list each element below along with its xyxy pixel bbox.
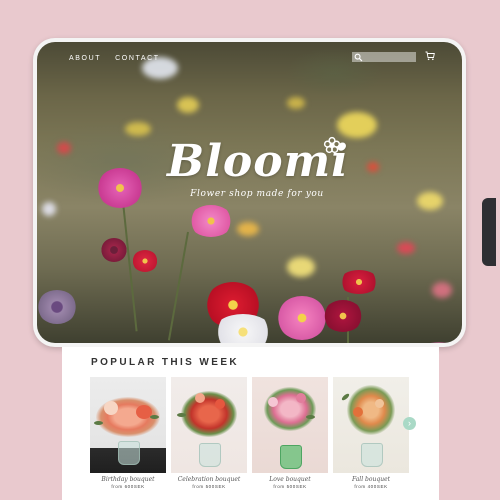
background-bokeh — [417, 192, 443, 210]
vase — [361, 443, 383, 467]
product-image[interactable] — [252, 377, 328, 473]
background-bokeh — [337, 112, 377, 138]
product-image[interactable] — [171, 377, 247, 473]
bouquet-flowers — [181, 391, 237, 437]
product-image[interactable] — [333, 377, 409, 473]
popular-section: POPULAR THIS WEEK Birthday bouquet from … — [62, 347, 439, 500]
bouquet-flowers — [104, 401, 118, 415]
section-title: POPULAR THIS WEEK — [91, 357, 240, 368]
cosmos-flower — [277, 296, 327, 340]
cart-icon[interactable] — [425, 51, 435, 61]
nav-about[interactable]: ABOUT — [69, 55, 101, 62]
flower-icon — [323, 136, 341, 154]
product-image[interactable] — [90, 377, 166, 473]
bouquet-flowers — [353, 407, 363, 417]
background-bokeh — [367, 162, 379, 172]
background-bokeh — [57, 142, 71, 154]
cosmos-flower — [419, 342, 459, 343]
cosmos-flower — [339, 270, 379, 294]
bouquet-flowers — [296, 393, 306, 403]
vase — [280, 445, 302, 469]
background-bokeh — [397, 242, 415, 254]
background-bokeh — [287, 97, 305, 109]
vase — [199, 443, 221, 467]
background-bokeh — [125, 122, 151, 136]
bouquet-flowers — [268, 397, 278, 407]
product-card[interactable]: Love bouquet from 500SEK — [252, 377, 328, 489]
product-name: Celebration bouquet — [177, 476, 241, 483]
product-name: Birthday bouquet — [101, 476, 155, 483]
product-card[interactable]: Celebration bouquet from 500SEK — [171, 377, 247, 489]
vase — [118, 441, 140, 465]
top-nav: ABOUT CONTACT — [69, 55, 160, 62]
search-input[interactable] — [352, 52, 416, 62]
cosmos-flower — [37, 290, 77, 324]
product-card[interactable]: Birthday bouquet from 600SEK — [90, 377, 166, 489]
bouquet-leaf — [94, 421, 103, 425]
product-price: from 600SEK — [111, 484, 145, 489]
cosmos-flower — [189, 205, 233, 237]
cosmos-flower — [97, 168, 143, 208]
product-price: from 500SEK — [273, 484, 307, 489]
bouquet-flowers — [375, 399, 384, 408]
cosmos-flower — [213, 314, 273, 343]
search-icon[interactable] — [354, 53, 363, 62]
bouquet-flowers — [264, 387, 316, 431]
product-card[interactable]: Fall bouquet from 400SEK — [333, 377, 409, 489]
carousel-next-button[interactable]: › — [403, 417, 416, 430]
background-bokeh — [432, 282, 452, 298]
product-price: from 400SEK — [354, 484, 388, 489]
product-name: Love bouquet — [269, 476, 311, 483]
cosmos-flower — [101, 238, 127, 262]
flower-stem — [167, 231, 189, 341]
cosmos-flower — [132, 250, 158, 272]
brand-logo: Bloomi — [167, 136, 349, 187]
background-bokeh — [42, 202, 56, 216]
bouquet-flowers — [215, 399, 225, 409]
cosmos-flower — [323, 300, 363, 332]
background-bokeh — [237, 222, 259, 236]
bouquet-leaf — [306, 415, 315, 419]
background-bokeh — [177, 97, 199, 113]
bouquet-leaf — [177, 413, 186, 417]
hero-section: ABOUT CONTACT Bloomi Flower shop made fo… — [37, 42, 462, 343]
background-bokeh — [287, 257, 315, 277]
tablet-side-button — [482, 198, 496, 266]
bouquet-leaf — [150, 415, 159, 419]
bouquet-flowers — [195, 393, 205, 403]
nav-contact[interactable]: CONTACT — [115, 55, 160, 62]
tablet-frame: ABOUT CONTACT Bloomi Flower shop made fo… — [33, 38, 496, 347]
hero-tagline: Flower shop made for you — [190, 189, 324, 199]
product-price: from 500SEK — [192, 484, 226, 489]
product-name: Fall bouquet — [351, 476, 391, 483]
